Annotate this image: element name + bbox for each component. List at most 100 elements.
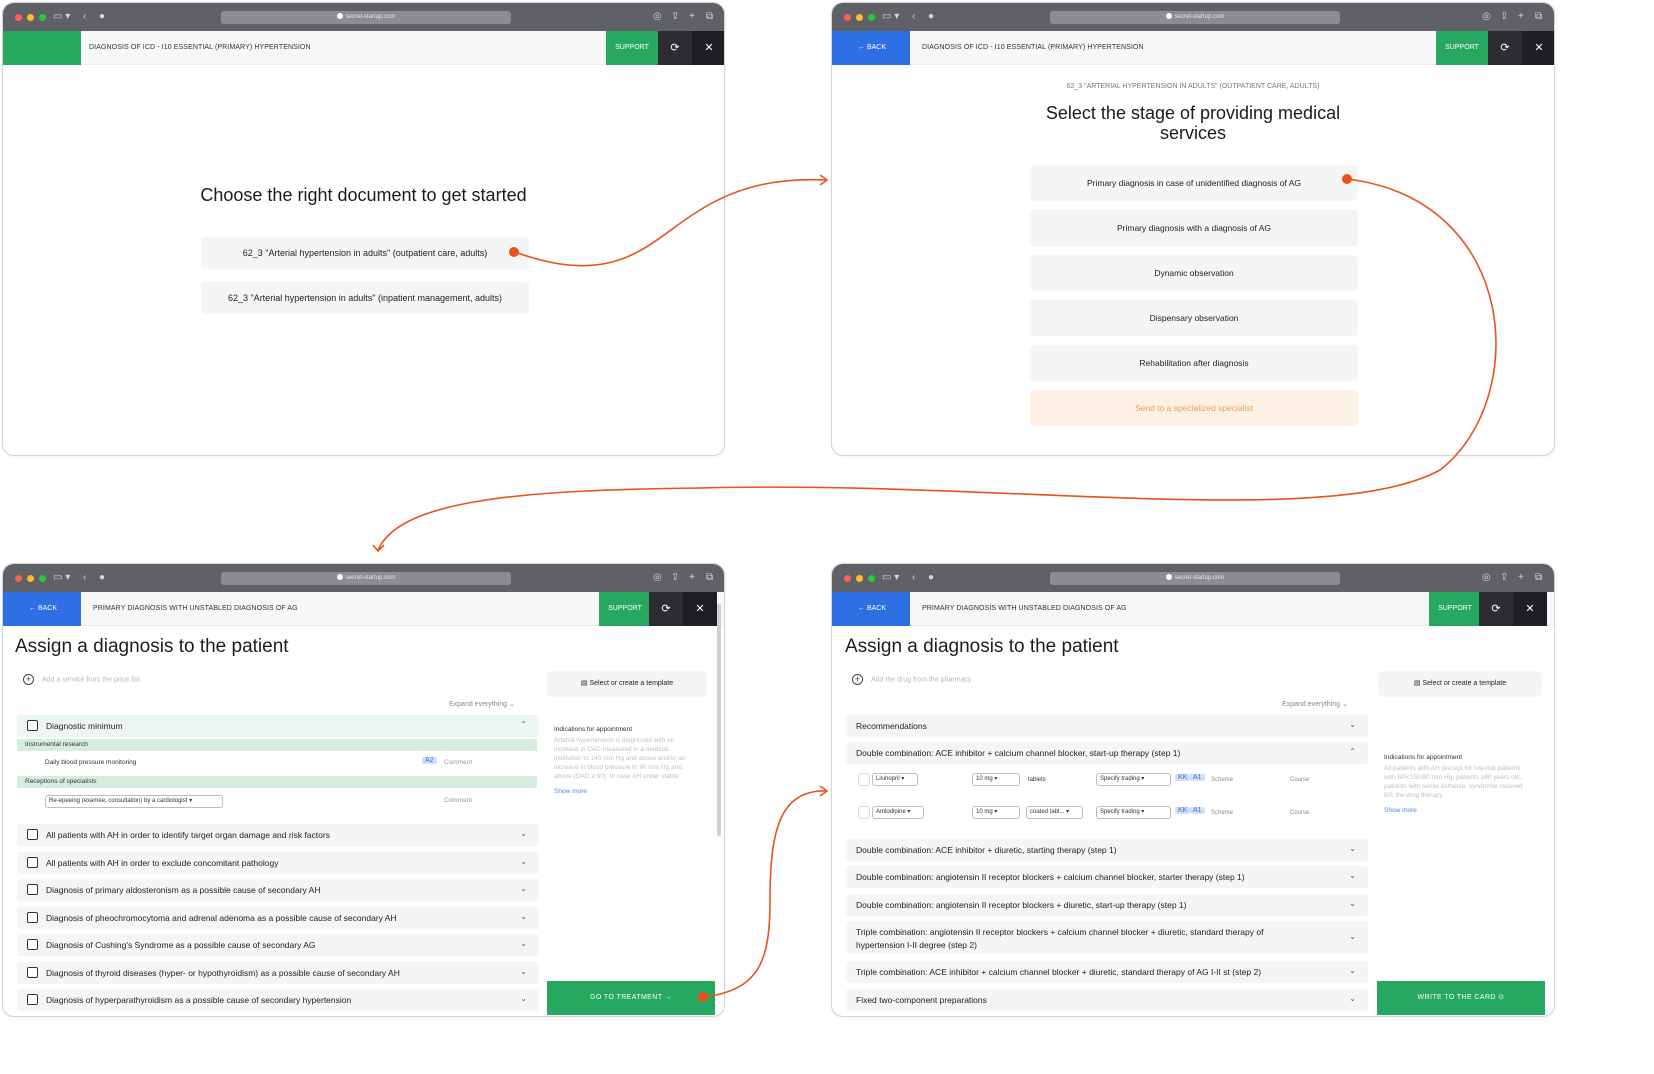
document-option-outpatient[interactable]: 62_3 "Arterial hypertension in adults" (… (201, 237, 529, 269)
stage-option-with-diagnosis[interactable]: Primary diagnosis with a diagnosis of AG (1030, 210, 1358, 246)
sidebar-icon[interactable]: ▭ ▾ (53, 10, 70, 24)
new-tab-icon[interactable]: + (689, 10, 695, 24)
minimize-dot-icon[interactable] (27, 575, 34, 582)
scrollbar[interactable] (717, 604, 721, 836)
share-icon[interactable]: ⇪ (671, 571, 679, 585)
group-checkbox[interactable] (27, 857, 38, 868)
comment-field[interactable]: Comment (444, 797, 472, 804)
scheme-field[interactable]: Scheme (1211, 810, 1233, 816)
refresh-icon[interactable]: ⟳ (658, 31, 692, 65)
new-tab-icon[interactable]: + (1518, 571, 1524, 585)
back-arrow-icon[interactable]: ‹ (83, 571, 86, 585)
template-button[interactable]: ▤ Select or create a template (1378, 671, 1542, 697)
download-icon[interactable]: ◎ (1482, 10, 1491, 24)
download-icon[interactable]: ◎ (1482, 571, 1491, 585)
chevron-up-icon[interactable]: ⌃ (520, 720, 527, 729)
course-field[interactable]: Course (1290, 777, 1309, 783)
close-dot-icon[interactable] (15, 575, 22, 582)
close-dot-icon[interactable] (844, 575, 851, 582)
add-circle-icon[interactable]: + (852, 674, 863, 685)
group-row[interactable]: Double combination: ACE inhibitor + diur… (846, 839, 1368, 861)
back-arrow-icon[interactable]: ‹ (912, 571, 915, 585)
template-button[interactable]: ▤ Select or create a template (547, 671, 707, 697)
extension-icon[interactable]: ● (928, 10, 934, 24)
maximize-dot-icon[interactable] (39, 575, 46, 582)
window-controls[interactable] (15, 575, 46, 582)
tabs-overview-icon[interactable]: ⧉ (706, 571, 713, 585)
specialist-select[interactable]: Re-epeeing (examee, consultation) by a c… (45, 795, 223, 808)
back-button[interactable]: ← BACK (832, 31, 910, 65)
support-button[interactable]: SUPPORT (599, 592, 651, 626)
support-button[interactable]: SUPPORT (1436, 31, 1488, 65)
write-to-card-button[interactable]: WRITE TO THE CARD ⊙ (1377, 981, 1545, 1015)
stage-option-send-specialist[interactable]: Send to a specialized specialist (1030, 390, 1358, 426)
trading-select[interactable]: Specify trading ▾ (1096, 806, 1171, 819)
chevron-down-icon[interactable]: ⌄ (1349, 844, 1356, 853)
window-controls[interactable] (844, 14, 875, 21)
group-row[interactable]: Double combination: angiotensin II recep… (846, 894, 1368, 916)
group-row[interactable]: Fixed two-component preparations ⌄ (846, 989, 1368, 1011)
share-icon[interactable]: ⇪ (671, 10, 679, 24)
group-row-open[interactable]: Double combination: ACE inhibitor + calc… (846, 742, 1368, 764)
window-controls[interactable] (844, 575, 875, 582)
trading-select[interactable]: Specify trading ▾ (1096, 773, 1171, 786)
share-icon[interactable]: ⇪ (1500, 10, 1508, 24)
close-icon[interactable]: ✕ (1513, 592, 1547, 626)
chevron-down-icon[interactable]: ⌄ (520, 967, 527, 976)
chevron-down-icon[interactable]: ⌄ (520, 912, 527, 921)
maximize-dot-icon[interactable] (868, 575, 875, 582)
back-button[interactable]: ← BACK (3, 592, 81, 626)
dose-select[interactable]: 10 mg ▾ (972, 773, 1020, 786)
expand-all-toggle[interactable]: Expand everything ⌄ (449, 700, 515, 708)
show-more-link[interactable]: Show more (1384, 806, 1528, 815)
tabs-overview-icon[interactable]: ⧉ (1535, 571, 1542, 585)
minimize-dot-icon[interactable] (856, 14, 863, 21)
scheme-field[interactable]: Scheme (1211, 777, 1233, 783)
drug-checkbox[interactable] (858, 773, 870, 786)
group-row[interactable]: Diagnosis of thyroid diseases (hyper- or… (17, 962, 539, 984)
maximize-dot-icon[interactable] (868, 14, 875, 21)
group-row[interactable]: Diagnosis of pheochromocytoma and adrena… (17, 907, 539, 929)
chevron-down-icon[interactable]: ⌄ (1349, 720, 1356, 729)
group-row[interactable]: Diagnosis of hyperparathyroidism as a po… (17, 989, 539, 1011)
stage-option-rehabilitation[interactable]: Rehabilitation after diagnosis (1030, 345, 1358, 381)
maximize-dot-icon[interactable] (39, 14, 46, 21)
sidebar-icon[interactable]: ▭ ▾ (53, 571, 70, 585)
group-row[interactable]: Triple combination: ACE inhibitor + calc… (846, 961, 1368, 983)
group-checkbox[interactable] (27, 912, 38, 923)
download-icon[interactable]: ◎ (653, 571, 662, 585)
group-checkbox[interactable] (27, 884, 38, 895)
expand-all-toggle[interactable]: Expand everything ⌄ (1282, 700, 1348, 708)
address-bar[interactable]: secret-startup.com (1050, 11, 1340, 24)
drug-name-select[interactable]: Amlodipine ▾ (872, 806, 924, 819)
chevron-down-icon[interactable]: ⌄ (1349, 932, 1356, 941)
group-diagnostic-minimum[interactable]: Diagnostic minimum ⌃ (17, 715, 539, 737)
document-option-inpatient[interactable]: 62_3 "Arterial hypertension in adults" (… (201, 282, 529, 314)
refresh-icon[interactable]: ⟳ (1479, 592, 1513, 626)
address-bar[interactable]: secret-startup.com (1050, 572, 1340, 585)
chevron-down-icon[interactable]: ⌄ (520, 884, 527, 893)
back-button[interactable]: ← BACK (832, 592, 910, 626)
stage-option-dynamic[interactable]: Dynamic observation (1030, 255, 1358, 291)
minimize-dot-icon[interactable] (27, 14, 34, 21)
new-tab-icon[interactable]: + (1518, 10, 1524, 24)
drug-checkbox[interactable] (858, 806, 870, 819)
add-drug-row[interactable]: + Add the drug from the pharmacy (852, 674, 971, 685)
chevron-down-icon[interactable]: ⌄ (520, 994, 527, 1003)
chevron-down-icon[interactable]: ⌄ (520, 939, 527, 948)
comment-field[interactable]: Comment (444, 759, 472, 766)
minimize-dot-icon[interactable] (856, 575, 863, 582)
tabs-overview-icon[interactable]: ⧉ (706, 10, 713, 24)
chevron-down-icon[interactable]: ⌄ (1349, 871, 1356, 880)
group-row[interactable]: All patients with AH in order to identif… (17, 824, 539, 846)
chevron-up-icon[interactable]: ⌃ (1349, 747, 1356, 756)
back-arrow-icon[interactable]: ‹ (912, 10, 915, 24)
group-row[interactable]: Triple combination: angiotensin II recep… (846, 921, 1368, 954)
group-checkbox[interactable] (27, 967, 38, 978)
group-row[interactable]: Diagnosis of Cushing's Syndrome as a pos… (17, 934, 539, 956)
extension-icon[interactable]: ● (99, 10, 105, 24)
support-button[interactable]: SUPPORT (606, 31, 658, 65)
sidebar-icon[interactable]: ▭ ▾ (882, 571, 899, 585)
drug-name-select[interactable]: Lisinopril ▾ (872, 773, 918, 786)
sub-item-bp-monitoring[interactable]: Daily blood pressure monitoring (45, 759, 136, 766)
